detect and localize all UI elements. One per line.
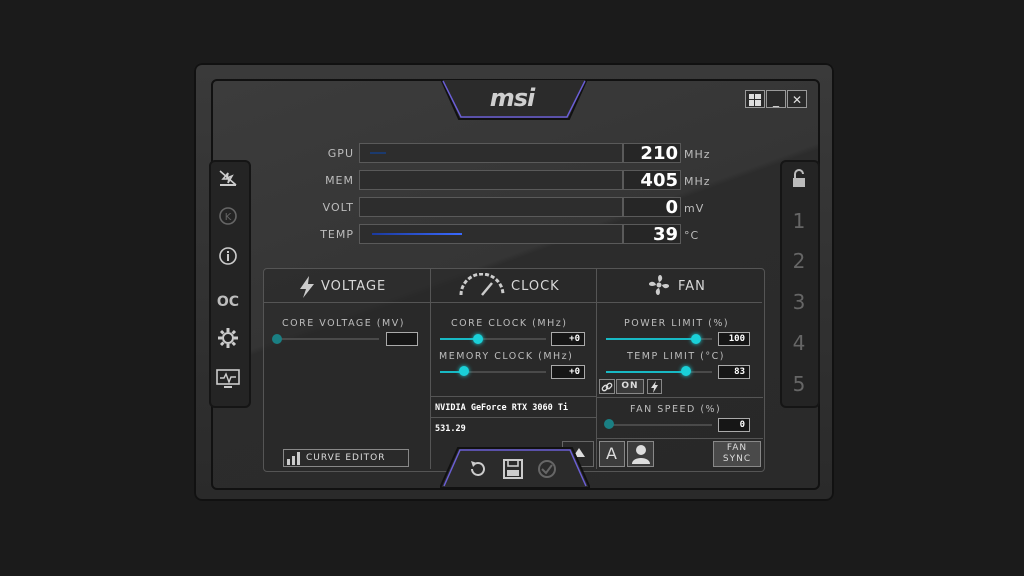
fan-user-icon[interactable]: [627, 441, 654, 467]
fan-speed-track: [608, 424, 712, 426]
link-toggle[interactable]: ON: [616, 379, 644, 394]
temp-value: 39: [623, 224, 681, 244]
gpu-unit: MHz: [684, 148, 711, 161]
divider: [597, 438, 763, 439]
divider: [597, 397, 763, 398]
msi-logo: msi: [489, 84, 536, 112]
temp-label: TEMP: [320, 228, 354, 241]
temp-limit-fill: [606, 371, 686, 373]
core-voltage-slider[interactable]: [272, 334, 282, 344]
divider: [264, 302, 762, 303]
core-clock-slider[interactable]: [473, 334, 483, 344]
fan-sync-line2: SYNC: [722, 454, 752, 464]
save-icon[interactable]: [503, 459, 523, 483]
monitor-icon[interactable]: [211, 369, 245, 399]
divider: [596, 269, 597, 469]
power-limit-fill: [606, 338, 696, 340]
fan-title: FAN: [678, 279, 706, 294]
fan-speed-slider[interactable]: [604, 419, 614, 429]
memory-clock-input[interactable]: +0: [551, 365, 585, 379]
svg-text:K: K: [225, 212, 232, 223]
fan-icon: [647, 273, 671, 301]
fan-speed-label: FAN SPEED (%): [630, 404, 722, 415]
curve-editor-label: CURVE EDITOR: [306, 453, 386, 463]
mem-unit: MHz: [684, 175, 711, 188]
divider: [430, 269, 431, 469]
volt-unit: mV: [684, 202, 705, 215]
volt-value: 0: [623, 197, 681, 217]
windows-icon[interactable]: [745, 90, 765, 108]
kombustor-icon[interactable]: [211, 167, 245, 197]
fan-speed-input[interactable]: 0: [718, 418, 750, 432]
power-limit-slider[interactable]: [691, 334, 701, 344]
mem-value: 405: [623, 170, 681, 190]
power-link-icon[interactable]: [647, 379, 662, 394]
gpu-label: GPU: [327, 147, 354, 160]
memory-clock-label: MEMORY CLOCK (MHz): [439, 351, 574, 362]
minimize-button[interactable]: _: [766, 90, 786, 108]
unlock-icon[interactable]: [784, 167, 814, 197]
core-clock-label: CORE CLOCK (MHz): [451, 318, 568, 329]
gpu-bar: [359, 143, 623, 163]
temp-limit-slider[interactable]: [681, 366, 691, 376]
core-voltage-label: CORE VOLTAGE (MV): [282, 318, 405, 329]
oc-scanner-icon[interactable]: OC: [211, 287, 245, 317]
fan-sync-button[interactable]: FAN SYNC: [713, 441, 761, 467]
divider: [431, 417, 596, 418]
temp-limit-label: TEMP LIMIT (°C): [627, 351, 725, 362]
divider: [431, 396, 596, 397]
gpu-name: NVIDIA GeForce RTX 3060 Ti: [435, 403, 569, 413]
profile-2-button[interactable]: 2: [784, 246, 814, 276]
close-button[interactable]: ✕: [787, 90, 807, 108]
reset-icon[interactable]: [468, 459, 488, 483]
temp-unit: °C: [684, 229, 700, 242]
core-voltage-track: [277, 338, 379, 340]
volt-label: VOLT: [322, 201, 354, 214]
link-icon[interactable]: [599, 379, 615, 394]
mem-bar: [359, 170, 623, 190]
settings-icon[interactable]: [211, 327, 245, 357]
profile-5-button[interactable]: 5: [784, 369, 814, 399]
info-icon[interactable]: [211, 246, 245, 276]
speedometer-icon: [458, 272, 506, 301]
bolt-icon: [298, 276, 316, 302]
voltage-title: VOLTAGE: [321, 279, 387, 294]
mem-label: MEM: [325, 174, 354, 187]
profile-3-button[interactable]: 3: [784, 287, 814, 317]
volt-bar: [359, 197, 623, 217]
temp-bar: [359, 224, 623, 244]
gpu-value: 210: [623, 143, 681, 163]
fan-sync-line1: FAN: [726, 443, 748, 453]
profile-4-button[interactable]: 4: [784, 328, 814, 358]
profile-1-button[interactable]: 1: [784, 206, 814, 236]
core-voltage-input[interactable]: [386, 332, 418, 346]
fan-auto-button[interactable]: A: [599, 441, 625, 467]
k-boost-icon[interactable]: K: [211, 206, 245, 236]
curve-editor-button[interactable]: CURVE EDITOR: [283, 449, 409, 467]
apply-icon[interactable]: [537, 459, 557, 483]
power-limit-label: POWER LIMIT (%): [624, 318, 730, 329]
driver-version: 531.29: [435, 424, 466, 434]
clock-title: CLOCK: [511, 279, 560, 294]
memory-clock-slider[interactable]: [459, 366, 469, 376]
power-limit-input[interactable]: 100: [718, 332, 750, 346]
temp-limit-input[interactable]: 83: [718, 365, 750, 379]
core-clock-input[interactable]: +0: [551, 332, 585, 346]
